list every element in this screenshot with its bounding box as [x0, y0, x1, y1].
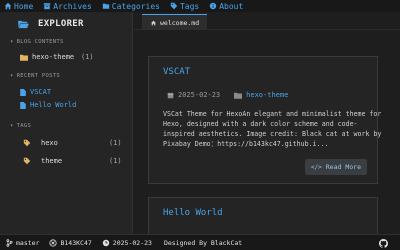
folder-icon	[20, 54, 28, 61]
status-branch[interactable]: master	[6, 239, 39, 247]
nav-categories-label: Categories	[111, 1, 160, 11]
sidebar-item-label: theme	[41, 157, 63, 165]
archive-icon	[44, 3, 51, 10]
info-icon	[210, 2, 217, 10]
tag-icon	[23, 139, 31, 147]
status-credit-label: Designed By BlackCat	[163, 238, 243, 247]
sidebar-item-tag-hexo[interactable]: hexo (1)	[23, 139, 122, 147]
file-icon	[20, 101, 26, 109]
file-icon	[20, 88, 26, 96]
tab-bar: welcome.md	[134, 12, 400, 30]
calendar-icon	[167, 92, 174, 98]
github-icon[interactable]	[379, 239, 388, 248]
nav-home-label: Home	[14, 1, 34, 11]
nav-tags-label: Tags	[179, 1, 200, 11]
top-nav: Home Archives Categories Tags About	[0, 0, 400, 12]
section-tags[interactable]: ▾ TAGS	[10, 123, 31, 129]
section-blog-contents-label: BLOG CONTENTS	[16, 39, 64, 45]
sidebar-item-tag-theme[interactable]: theme (1)	[23, 157, 122, 165]
sidebar-item-count: (1)	[109, 157, 122, 165]
status-user[interactable]: B143KC47	[49, 238, 92, 247]
sidebar-item-hexo-theme[interactable]: hexo-theme (1)	[20, 53, 94, 61]
status-user-label: B143KC47	[60, 238, 92, 247]
sidebar: EXPLORER ▾ BLOG CONTENTS hexo-theme (1) …	[0, 12, 133, 234]
post-category-label: hexo-theme	[246, 91, 289, 99]
chevron-down-icon: ▾	[10, 73, 14, 79]
status-credit: Designed By BlackCat	[164, 239, 242, 247]
tag-icon	[170, 2, 178, 10]
folder-icon	[234, 92, 243, 99]
post-excerpt: VSCat Theme for HexoAn elegant and minim…	[163, 110, 382, 148]
home-icon	[4, 2, 12, 10]
explorer-title: EXPLORER	[18, 19, 84, 29]
tab-label: welcome.md	[160, 18, 200, 27]
section-blog-contents[interactable]: ▾ BLOG CONTENTS	[10, 39, 64, 45]
nav-about-label: About	[219, 1, 244, 11]
sidebar-item-label: hexo-theme	[32, 53, 75, 61]
post-card: VSCAT 2025-02-23 hexo-theme VSCat Theme …	[148, 56, 381, 184]
home-icon	[151, 20, 156, 25]
branch-icon	[6, 238, 13, 247]
section-tags-label: TAGS	[16, 123, 32, 129]
post-list: VSCAT 2025-02-23 hexo-theme VSCat Theme …	[134, 30, 400, 234]
sidebar-item-label: Hello World	[30, 101, 77, 109]
status-branch-label: master	[16, 238, 40, 247]
nav-archives-label: Archives	[53, 1, 92, 11]
sidebar-item-hello-world[interactable]: Hello World	[20, 101, 76, 109]
post-category[interactable]: hexo-theme	[234, 91, 288, 99]
status-date: 2025-02-23	[102, 239, 152, 247]
nav-archives[interactable]: Archives	[43, 2, 92, 11]
status-bar: master B143KC47 2025-02-23 Designed By B…	[0, 234, 400, 250]
post-date: 2025-02-23	[178, 91, 221, 99]
read-more-button[interactable]: </> Read More	[304, 159, 367, 175]
sidebar-item-vscat[interactable]: VSCAT	[20, 88, 51, 96]
post-title[interactable]: VSCAT	[163, 67, 190, 77]
post-title[interactable]: Hello World	[163, 208, 223, 218]
sidebar-item-count: (1)	[109, 139, 122, 147]
post-card: Hello World	[148, 197, 378, 234]
explorer-title-label: EXPLORER	[38, 19, 84, 29]
sidebar-item-label: VSCAT	[30, 88, 52, 96]
tab-welcome[interactable]: welcome.md	[142, 14, 208, 30]
section-recent-posts[interactable]: ▾ RECENT POSTS	[10, 73, 60, 79]
clock-icon	[102, 239, 109, 246]
folder-icon	[102, 3, 109, 9]
post-meta: 2025-02-23 hexo-theme	[167, 91, 288, 99]
sidebar-item-label: hexo	[41, 139, 58, 147]
status-date-label: 2025-02-23	[112, 238, 152, 247]
nav-tags[interactable]: Tags	[170, 2, 199, 11]
section-recent-posts-label: RECENT POSTS	[16, 73, 60, 79]
folder-open-icon	[18, 20, 29, 28]
sidebar-item-count: (1)	[81, 53, 94, 61]
chevron-down-icon: ▾	[10, 123, 14, 129]
tag-icon	[23, 157, 31, 165]
chevron-down-icon: ▾	[10, 39, 14, 45]
nav-home[interactable]: Home	[4, 2, 33, 11]
nav-about[interactable]: About	[209, 2, 243, 11]
read-more-label: Read More	[325, 163, 361, 171]
code-icon: </>	[310, 163, 322, 171]
error-icon	[49, 238, 58, 247]
nav-categories[interactable]: Categories	[102, 2, 160, 11]
